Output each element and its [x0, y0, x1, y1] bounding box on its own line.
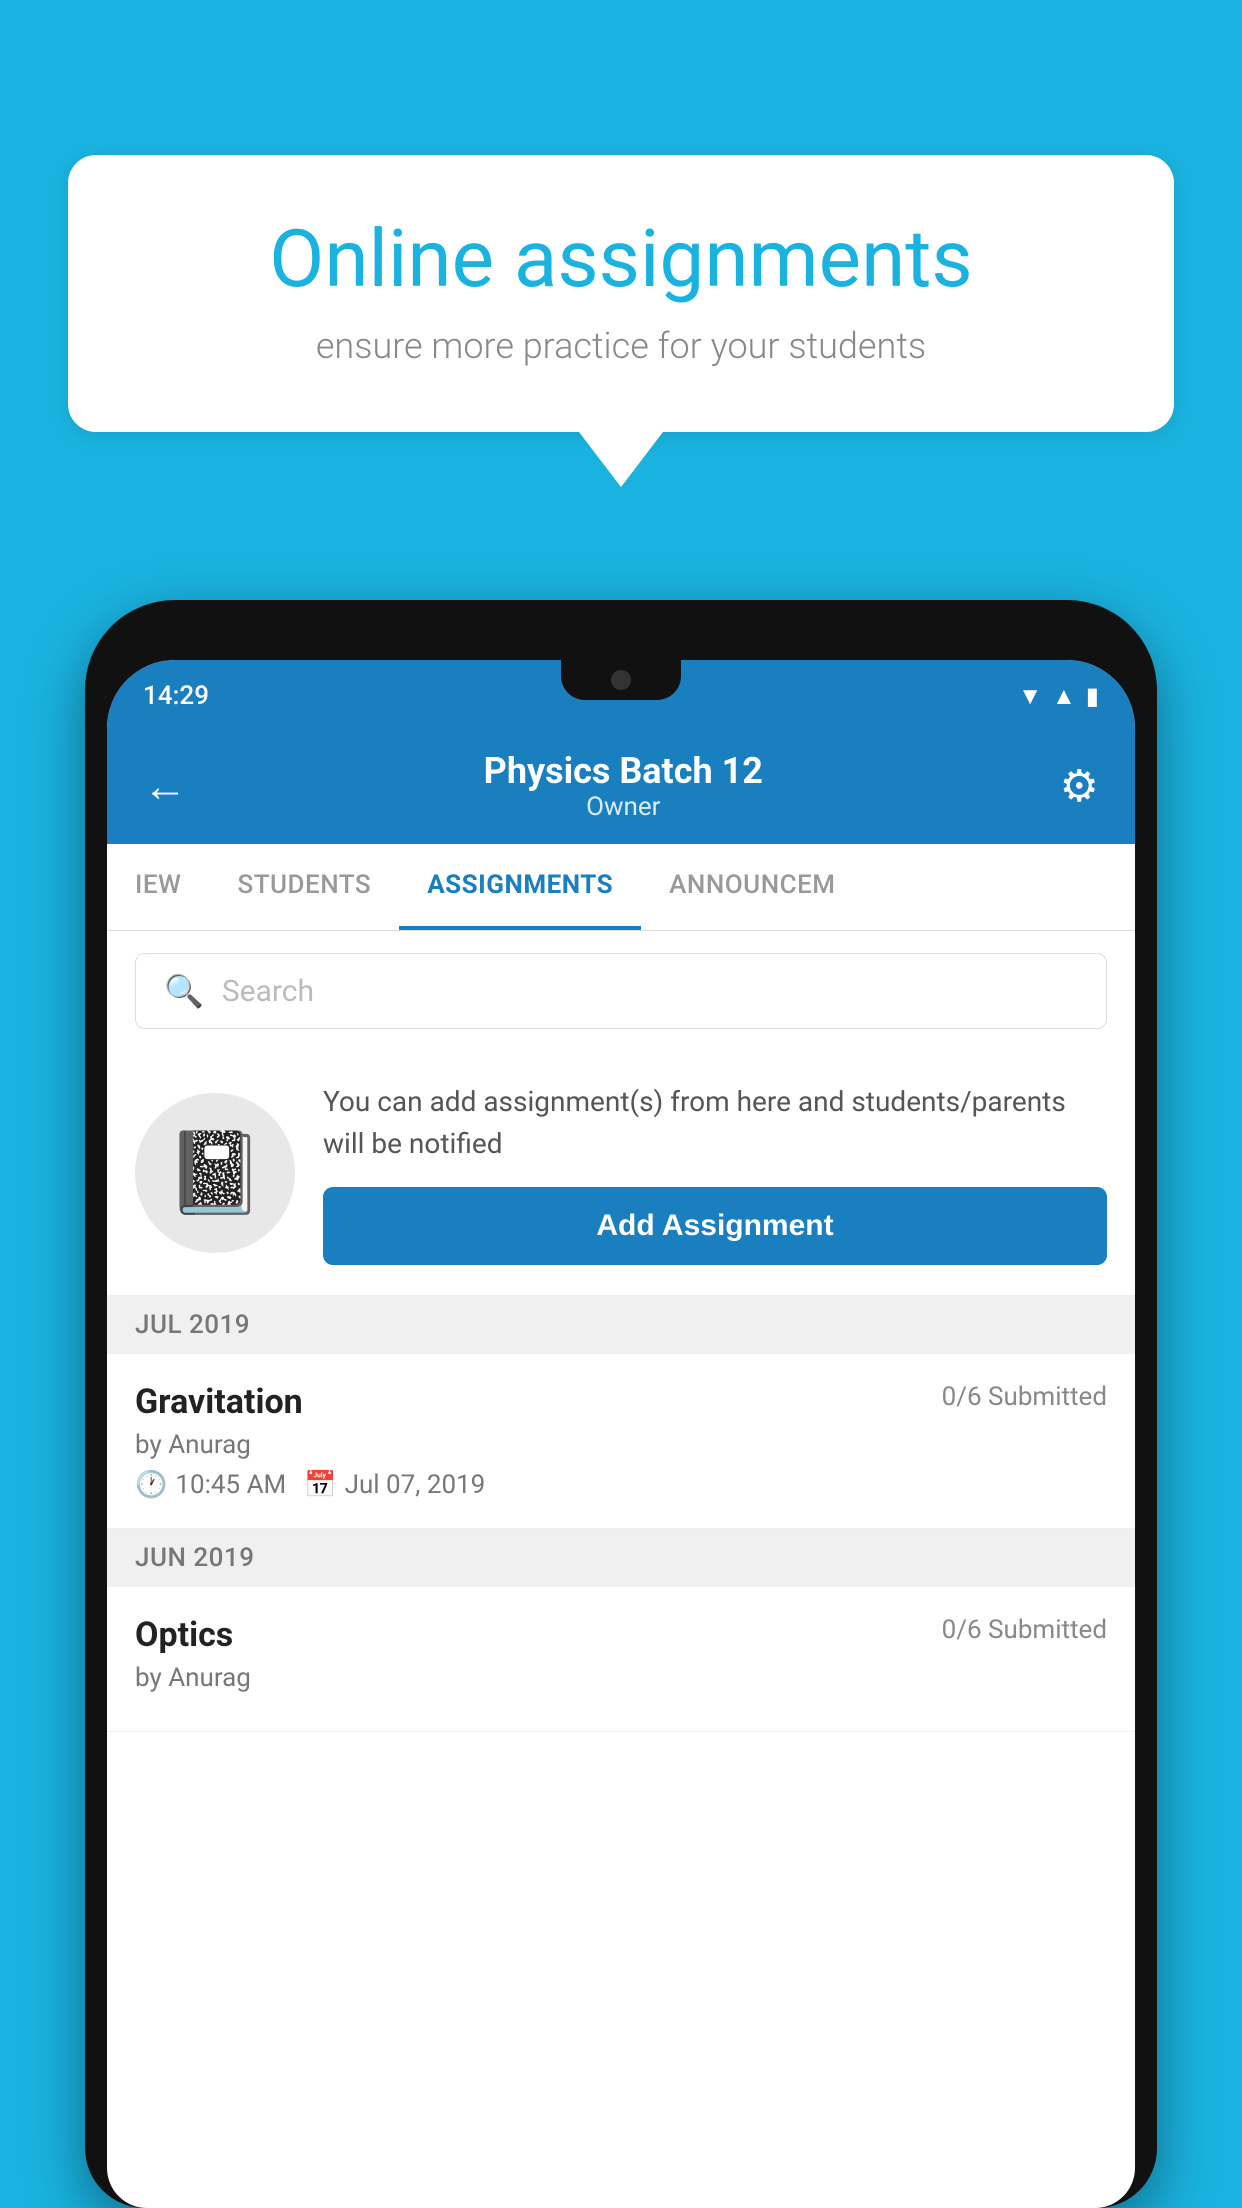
promo-section: 📓 You can add assignment(s) from here an… — [107, 1051, 1135, 1296]
tabs-container: IEW STUDENTS ASSIGNMENTS ANNOUNCEM — [107, 844, 1135, 931]
clock-icon: 🕐 — [135, 1470, 167, 1500]
search-icon: 🔍 — [164, 972, 204, 1010]
app-header: ← Physics Batch 12 Owner ⚙ — [107, 732, 1135, 844]
speech-bubble-tail — [579, 432, 663, 487]
section-jun-2019: JUN 2019 — [107, 1529, 1135, 1587]
promo-text-area: You can add assignment(s) from here and … — [323, 1081, 1107, 1265]
speech-bubble-subtitle: ensure more practice for your students — [138, 325, 1104, 367]
tab-assignments[interactable]: ASSIGNMENTS — [399, 844, 641, 930]
search-bar[interactable]: 🔍 Search — [135, 953, 1107, 1029]
assignment-meta-optics: by Anurag — [135, 1663, 1107, 1693]
signal-icon: ▲ — [1052, 682, 1076, 711]
status-bar: 14:29 ▼ ▲ ▮ — [107, 660, 1135, 732]
assignment-header-optics: Optics 0/6 Submitted — [135, 1615, 1107, 1655]
speech-bubble: Online assignments ensure more practice … — [68, 155, 1174, 432]
assignment-meta-gravitation: by Anurag — [135, 1430, 1107, 1460]
assignment-title-gravitation: Gravitation — [135, 1382, 303, 1422]
notebook-icon: 📓 — [165, 1126, 265, 1220]
tab-announcements[interactable]: ANNOUNCEM — [641, 844, 863, 930]
assignment-header: Gravitation 0/6 Submitted — [135, 1382, 1107, 1422]
search-container: 🔍 Search — [107, 931, 1135, 1051]
assignment-submitted-gravitation: 0/6 Submitted — [942, 1382, 1107, 1412]
search-placeholder: Search — [222, 974, 314, 1009]
header-center: Physics Batch 12 Owner — [187, 750, 1060, 822]
status-time: 14:29 — [143, 681, 209, 711]
assignment-item-gravitation[interactable]: Gravitation 0/6 Submitted by Anurag 🕐 10… — [107, 1354, 1135, 1529]
wifi-icon: ▼ — [1018, 682, 1042, 711]
speech-bubble-container: Online assignments ensure more practice … — [68, 155, 1174, 487]
assignment-submitted-optics: 0/6 Submitted — [942, 1615, 1107, 1645]
phone-screen: 14:29 ▼ ▲ ▮ ← Physics Batch 12 Owner ⚙ I… — [107, 660, 1135, 2208]
phone-frame: 14:29 ▼ ▲ ▮ ← Physics Batch 12 Owner ⚙ I… — [85, 600, 1157, 2208]
battery-icon: ▮ — [1086, 682, 1099, 710]
tab-iew[interactable]: IEW — [107, 844, 209, 930]
add-assignment-button[interactable]: Add Assignment — [323, 1187, 1107, 1265]
time-item: 🕐 10:45 AM — [135, 1470, 286, 1500]
assignment-title-optics: Optics — [135, 1615, 233, 1655]
assignment-time: 10:45 AM — [175, 1470, 286, 1500]
speech-bubble-title: Online assignments — [138, 215, 1104, 303]
status-icons: ▼ ▲ ▮ — [1018, 682, 1099, 711]
settings-icon[interactable]: ⚙ — [1060, 760, 1099, 812]
camera-dot — [611, 670, 631, 690]
promo-description: You can add assignment(s) from here and … — [323, 1081, 1107, 1165]
assignment-item-optics[interactable]: Optics 0/6 Submitted by Anurag — [107, 1587, 1135, 1732]
calendar-icon: 📅 — [304, 1470, 336, 1500]
back-button[interactable]: ← — [143, 760, 187, 812]
tab-students[interactable]: STUDENTS — [209, 844, 399, 930]
notch — [561, 660, 681, 700]
section-jul-2019: JUL 2019 — [107, 1296, 1135, 1354]
promo-icon-circle: 📓 — [135, 1093, 295, 1253]
assignment-time-date: 🕐 10:45 AM 📅 Jul 07, 2019 — [135, 1470, 1107, 1500]
header-title: Physics Batch 12 — [187, 750, 1060, 792]
assignment-date: Jul 07, 2019 — [345, 1470, 486, 1500]
header-subtitle: Owner — [187, 792, 1060, 822]
date-item: 📅 Jul 07, 2019 — [304, 1470, 485, 1500]
